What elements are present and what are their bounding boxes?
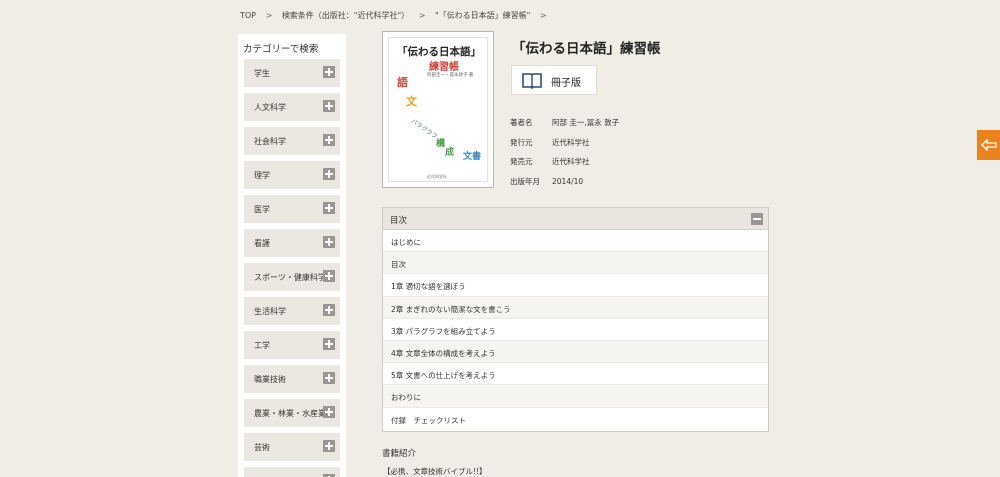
cover-word-bunsho: 文書 <box>463 152 482 162</box>
expand-plus-icon[interactable] <box>323 440 335 452</box>
expand-plus-icon[interactable] <box>323 202 335 214</box>
category-item[interactable]: 生活科学 <box>244 297 340 325</box>
meta-key: 著者名 <box>510 118 533 127</box>
cover-word-kou: 構 <box>436 139 446 149</box>
expand-plus-icon[interactable] <box>323 338 335 350</box>
expand-plus-icon[interactable] <box>323 168 335 180</box>
toc-item[interactable]: 目次 <box>383 252 768 275</box>
category-label: 医学 <box>254 205 270 214</box>
category-item[interactable]: 学生 <box>244 59 340 87</box>
category-label: 芸術 <box>254 443 270 452</box>
breadcrumb-current: "「伝わる日本語」練習帳" <box>434 11 531 20</box>
category-item[interactable]: 社会科学 <box>244 127 340 155</box>
toc-item[interactable]: 1章 適切な語を選ぼう <box>383 274 768 297</box>
category-label: 工学 <box>254 341 270 350</box>
toc-item[interactable]: 3章 パラグラフを組み立てよう <box>383 319 768 341</box>
meta-row: 発行元 近代科学社 <box>510 137 619 157</box>
cover-word-sei: 成 <box>445 148 455 158</box>
category-item[interactable]: スポーツ・健康科学 <box>244 263 340 291</box>
expand-plus-icon[interactable] <box>323 66 335 78</box>
meta-key: 出版年月 <box>510 176 540 186</box>
breadcrumb-separator: > <box>539 11 547 20</box>
toc-item[interactable]: 2章 まぎれのない簡潔な文を書こう <box>383 296 768 319</box>
expand-plus-icon[interactable] <box>323 134 335 146</box>
toc-item[interactable]: はじめに <box>383 230 768 253</box>
expand-plus-icon[interactable] <box>323 304 335 316</box>
expand-plus-icon[interactable] <box>323 406 335 418</box>
category-item[interactable]: 理学 <box>244 161 340 189</box>
category-item[interactable]: 人文科学 <box>244 93 340 121</box>
book-cover[interactable]: 「伝わる日本語」 練習帳 阿部圭一・冨永敦子 著 語 文 パラグラフ 構 成 文… <box>382 31 494 188</box>
toc-item[interactable]: おわりに <box>383 385 768 408</box>
book-intro-text: 【必携、文章技術バイブル!!】 <box>383 467 487 476</box>
toc-heading: 目次 <box>390 216 408 226</box>
category-label: スポーツ・健康科学 <box>254 273 326 282</box>
expand-plus-icon[interactable] <box>323 236 335 248</box>
meta-value: 近代科学社 <box>552 137 590 147</box>
cover-word-go: 語 <box>397 76 408 89</box>
print-edition-button[interactable]: 冊子版 <box>511 65 597 95</box>
toc-item[interactable]: 4章 文章全体の構成を考えよう <box>383 340 768 364</box>
cover-subtitle: 練習帳 <box>429 62 459 73</box>
breadcrumb-top-link[interactable]: TOP <box>240 11 256 20</box>
category-label: 職業技術 <box>254 375 286 384</box>
expand-plus-icon[interactable] <box>323 270 335 282</box>
category-item[interactable]: 芸術 <box>244 433 340 461</box>
category-item[interactable]: 農業・林業・水産業 <box>244 399 340 427</box>
print-edition-label: 冊子版 <box>551 78 581 89</box>
breadcrumb: TOP > 検索条件（出版社："近代科学社"） > "「伝わる日本語」練習帳" … <box>240 10 554 21</box>
category-label: 人文科学 <box>254 103 286 112</box>
breadcrumb-search-link[interactable]: 検索条件（出版社："近代科学社"） <box>282 11 409 20</box>
category-label: 理学 <box>254 171 270 180</box>
cover-publisher: 近代科学社 <box>427 174 447 179</box>
cover-frame: 「伝わる日本語」 練習帳 阿部圭一・冨永敦子 著 語 文 パラグラフ 構 成 文… <box>388 37 488 182</box>
breadcrumb-separator: > <box>265 11 273 20</box>
toc-item[interactable]: 5章 文書への仕上げを考えよう <box>383 363 768 386</box>
meta-row: 著者名 阿部 圭一,冨永 敦子 <box>510 117 619 137</box>
meta-row: 発売元 近代科学社 <box>510 156 619 176</box>
category-item[interactable]: 語学 <box>244 467 340 477</box>
collapse-minus-icon[interactable] <box>751 213 763 225</box>
category-item[interactable]: 看護 <box>244 229 340 257</box>
book-meta: 著者名 阿部 圭一,冨永 敦子 発行元 近代科学社 発売元 近代科学社 出版年月 201… <box>510 117 619 195</box>
breadcrumb-separator: > <box>418 11 426 20</box>
category-label: 生活科学 <box>254 307 286 316</box>
cover-title: 「伝わる日本語」 <box>397 46 481 58</box>
meta-key: 発売元 <box>510 157 533 166</box>
meta-value: 2014/10 <box>552 176 584 186</box>
sidebar-title: カテゴリーで検索 <box>243 44 319 55</box>
category-label: 看護 <box>254 239 270 248</box>
category-item[interactable]: 医学 <box>244 195 340 223</box>
meta-value: 近代科学社 <box>552 157 590 166</box>
cover-word-bun: 文 <box>406 95 417 108</box>
open-book-icon <box>522 73 542 89</box>
expand-plus-icon[interactable] <box>323 372 335 384</box>
book-intro-heading: 書籍紹介 <box>382 449 417 459</box>
toc-item[interactable]: 付録 チェックリスト <box>383 408 768 430</box>
cover-authors: 阿部圭一・冨永敦子 著 <box>427 73 474 78</box>
category-label: 社会科学 <box>254 137 286 146</box>
meta-row: 出版年月 2014/10 <box>510 176 619 196</box>
side-panel-tab[interactable] <box>977 130 1000 160</box>
category-item[interactable]: 工学 <box>244 331 340 359</box>
arrow-left-icon <box>981 139 997 151</box>
category-label: 学生 <box>254 69 270 78</box>
expand-plus-icon[interactable] <box>323 100 335 112</box>
category-sidebar: カテゴリーで検索 学生 人文科学 社会科学 理学 医学 看護 スポーツ・健康科学… <box>238 34 346 477</box>
table-of-contents: 目次 はじめに 目次 1章 適切な語を選ぼう 2章 まぎれのない簡潔な文を書こう… <box>382 207 769 432</box>
toc-header[interactable]: 目次 <box>383 208 768 230</box>
book-title: 「伝わる日本語」練習帳 <box>512 41 661 57</box>
meta-value: 阿部 圭一,冨永 敦子 <box>552 118 620 127</box>
category-label: 農業・林業・水産業 <box>254 409 326 418</box>
category-item[interactable]: 職業技術 <box>244 365 340 393</box>
meta-key: 発行元 <box>510 137 533 147</box>
